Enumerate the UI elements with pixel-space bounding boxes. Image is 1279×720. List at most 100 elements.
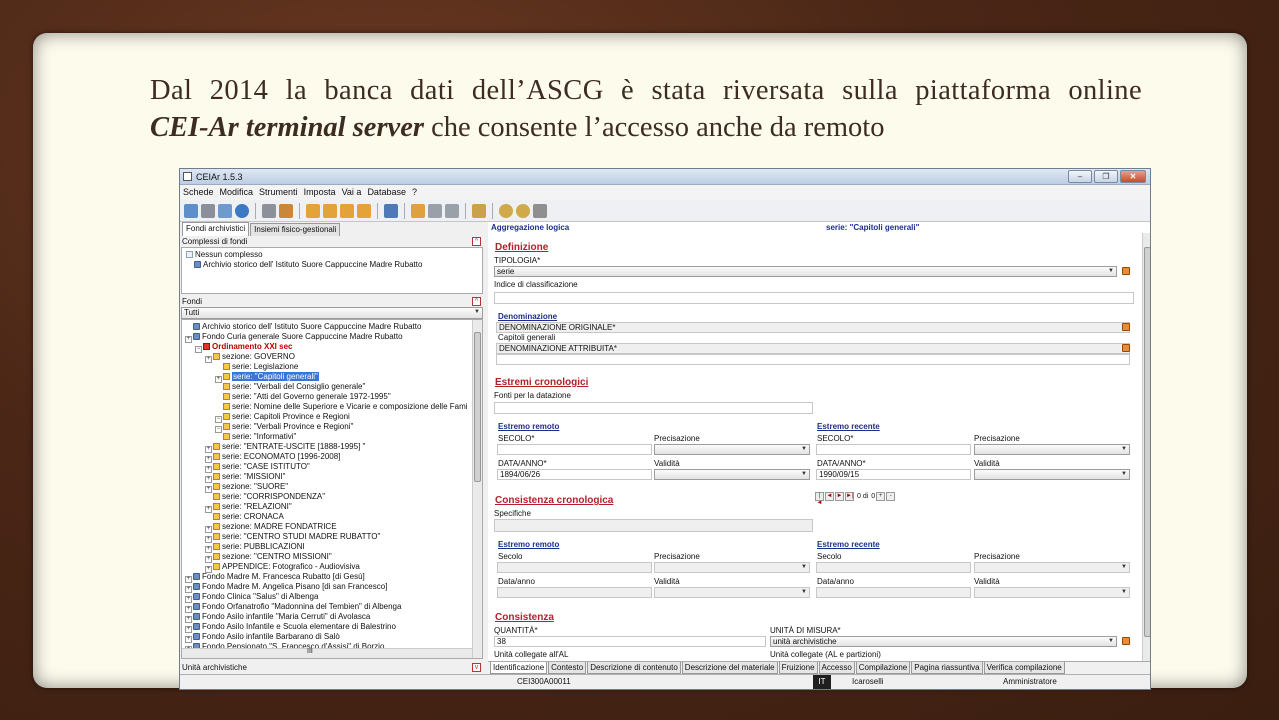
list-item[interactable]: Nessun complesso <box>186 250 478 260</box>
minimize-button[interactable]: – <box>1068 170 1092 183</box>
menu-vai-a[interactable]: Vai a <box>342 185 362 200</box>
tree-item[interactable]: serie: "Atti del Governo generale 1972-1… <box>185 392 482 402</box>
tree-item[interactable]: + Fondo Curia generale Suore Cappuccine M… <box>185 332 482 343</box>
key-icon[interactable] <box>533 203 547 218</box>
quantita-input[interactable]: 38 <box>494 636 766 647</box>
data-remoto-input[interactable]: 1894/06/26 <box>497 469 652 480</box>
precisazione-remoto-select[interactable] <box>654 444 810 455</box>
edit-icon[interactable] <box>1122 323 1130 331</box>
tree-item[interactable]: + serie: "RELAZIONI" <box>185 502 482 513</box>
den-attribuita-input[interactable] <box>496 354 1130 365</box>
validita-recente-select[interactable] <box>974 469 1130 480</box>
down-icon[interactable] <box>340 203 354 218</box>
tree-item[interactable]: + Fondo Clinica "Salus" di Albenga <box>185 592 482 603</box>
refresh-icon[interactable] <box>235 203 249 218</box>
tree-item[interactable]: + Fondo Asilo infantile "Maria Cerruti" d… <box>185 612 482 623</box>
menu-imposta[interactable]: Imposta <box>304 185 336 200</box>
tab-descrizione-contenuto[interactable]: Descrizione di contenuto <box>587 662 681 674</box>
tree-item[interactable]: serie: Legislazione <box>185 362 482 372</box>
eraser-icon[interactable] <box>445 203 459 218</box>
tab-verifica-compilazione[interactable]: Verifica compilazione <box>983 662 1065 674</box>
next-record-button[interactable]: ► <box>835 492 844 501</box>
serie-header-link[interactable]: serie: "Capitoli generali" <box>826 222 919 233</box>
tree-item[interactable]: serie: CRONACA <box>185 512 482 522</box>
tree-item[interactable]: Archivio storico dell' Istituto Suore Ca… <box>185 322 482 332</box>
validita-remoto-select[interactable] <box>654 469 810 480</box>
dataanno2-remoto-input[interactable] <box>497 587 652 598</box>
group-icon[interactable] <box>262 203 276 218</box>
tree-item[interactable]: − serie: "Verbali Province e Regioni" <box>185 422 482 433</box>
tree-item[interactable]: − Ordinamento XXI sec <box>185 342 482 353</box>
print-icon[interactable] <box>384 203 398 218</box>
copy-icon[interactable] <box>201 203 215 218</box>
remove-record-button[interactable]: - <box>886 492 896 501</box>
dataanno2-recente-input[interactable] <box>816 587 971 598</box>
tree-item[interactable]: + Fondo Asilo Infantile e Scuola elementa… <box>185 622 482 633</box>
tree-item[interactable]: serie: Nomine delle Superiore e Vicarie … <box>185 402 482 412</box>
window-titlebar[interactable]: CEIAr 1.5.3 – ❐ ✕ <box>180 169 1150 185</box>
aggregazione-link[interactable]: Aggregazione logica <box>491 222 569 233</box>
restore-button[interactable]: ❐ <box>1094 170 1118 183</box>
search-zoom-icon[interactable] <box>516 203 530 218</box>
tree-item[interactable]: − serie: Capitoli Province e Regioni <box>185 412 482 423</box>
menu-schede[interactable]: Schede <box>183 185 214 200</box>
data-recente-input[interactable]: 1990/09/15 <box>816 469 971 480</box>
close-button[interactable]: ✕ <box>1120 170 1146 183</box>
move-icon[interactable] <box>218 203 232 218</box>
tab-pagina-riassuntiva[interactable]: Pagina riassuntiva <box>911 662 983 674</box>
tree-item[interactable]: serie: "Verbali del Consiglio generale" <box>185 382 482 392</box>
link-icon[interactable] <box>279 203 293 218</box>
tree-item[interactable]: + serie: "MISSIONI" <box>185 472 482 483</box>
collapse-icon[interactable]: ^ <box>472 297 481 306</box>
tree-item[interactable]: + sezione: MADRE FONDATRICE <box>185 522 482 533</box>
menu-help[interactable]: ? <box>412 185 417 200</box>
form-scrollbar[interactable] <box>1142 233 1150 663</box>
precisazione-recente-select[interactable] <box>974 444 1130 455</box>
tree-item[interactable]: + Fondo Madre M. Francesca Rubatto [di Ge… <box>185 572 482 583</box>
first-record-button[interactable]: |◄ <box>815 492 824 506</box>
prev-record-button[interactable]: ◄ <box>825 492 834 501</box>
tree-item[interactable]: + serie: "ENTRATE-USCITE [1888-1995] " <box>185 442 482 453</box>
tree-item[interactable]: + sezione: GOVERNO <box>185 352 482 363</box>
precisazione2-remoto-select[interactable] <box>654 562 810 573</box>
edit-icon[interactable] <box>1122 267 1130 275</box>
menu-database[interactable]: Database <box>367 185 406 200</box>
tab-accesso[interactable]: Accesso <box>818 662 855 674</box>
up-icon[interactable] <box>323 203 337 218</box>
menu-strumenti[interactable]: Strumenti <box>259 185 298 200</box>
tree-item[interactable]: serie: "Informativi" <box>185 432 482 442</box>
tab-fondi-archivistici[interactable]: Fondi archivistici <box>182 222 250 236</box>
fonti-input[interactable] <box>494 402 813 414</box>
validita2-recente-select[interactable] <box>974 587 1130 598</box>
fondi-filter-select[interactable]: Tutti <box>181 307 483 319</box>
precisazione2-recente-select[interactable] <box>974 562 1130 573</box>
validita2-remoto-select[interactable] <box>654 587 810 598</box>
tree-item[interactable]: + serie: "CASE ISTITUTO" <box>185 462 482 473</box>
tree-item[interactable]: + Fondo Asilo infantile Barbarano di Salò <box>185 632 482 643</box>
add-record-button[interactable]: + <box>876 492 886 501</box>
tree-item[interactable]: + sezione: "SUORE" <box>185 482 482 493</box>
add-icon[interactable] <box>184 203 198 218</box>
menu-modifica[interactable]: Modifica <box>220 185 254 200</box>
tree-item[interactable]: serie: "CORRISPONDENZA" <box>185 492 482 502</box>
secolo-remoto-input[interactable] <box>497 444 652 455</box>
indice-input[interactable] <box>494 292 1134 304</box>
tab-descrizione-materiale[interactable]: Descrizione del materiale <box>681 662 778 674</box>
tab-fruizione[interactable]: Fruizione <box>778 662 818 674</box>
secolo2-recente-input[interactable] <box>816 562 971 573</box>
expand-icon[interactable]: v <box>472 663 481 672</box>
up-top-icon[interactable] <box>306 203 320 218</box>
tab-compilazione[interactable]: Compilazione <box>855 662 911 674</box>
tab-contesto[interactable]: Contesto <box>548 662 587 674</box>
tree-item[interactable]: + sezione: "CENTRO MISSIONI" <box>185 552 482 563</box>
tree-vertical-scrollbar[interactable] <box>472 320 482 658</box>
edit-icon[interactable] <box>1122 344 1130 352</box>
tipologia-select[interactable]: serie <box>494 266 1117 277</box>
down-bottom-icon[interactable] <box>357 203 371 218</box>
book-icon[interactable] <box>472 203 486 218</box>
tree-item[interactable]: + Fondo Madre M. Angelica Pisano [di san … <box>185 582 482 593</box>
secolo2-remoto-input[interactable] <box>497 562 652 573</box>
pen-icon[interactable] <box>428 203 442 218</box>
list-item[interactable]: Archivio storico dell' Istituto Suore Ca… <box>186 260 478 270</box>
tab-identificazione[interactable]: Identificazione <box>490 662 548 674</box>
